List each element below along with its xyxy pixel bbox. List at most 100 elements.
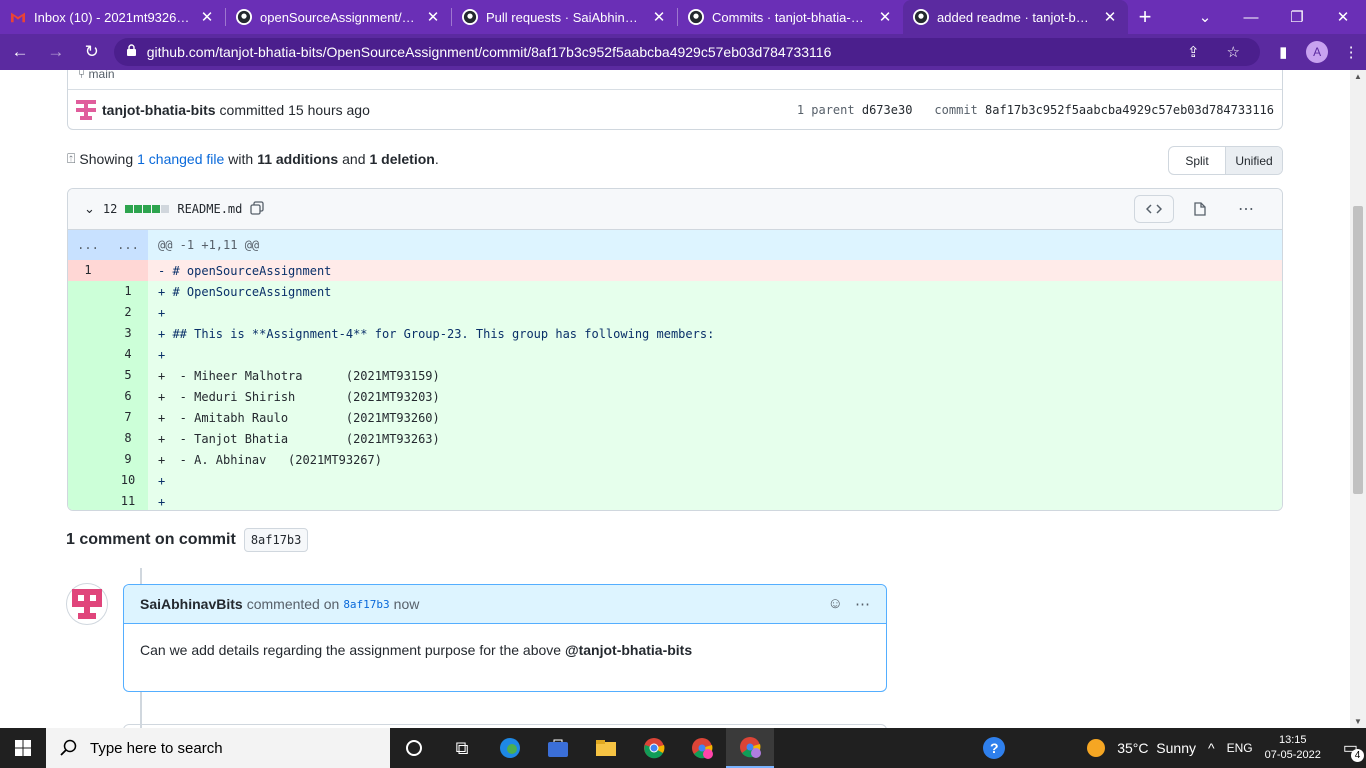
source-view-button[interactable] [1134, 195, 1174, 223]
scroll-up-arrow[interactable]: ▲ [1350, 72, 1366, 81]
tab-close-icon[interactable]: ✕ [425, 8, 441, 26]
share-icon[interactable]: ⇪ [1178, 43, 1208, 61]
more-options-icon[interactable]: ⋯ [1226, 195, 1266, 223]
comment-verb: commented on [246, 596, 340, 612]
old-line-number[interactable] [68, 302, 108, 323]
task-view-icon[interactable]: ⧉ [438, 728, 486, 768]
windows-start-icon[interactable] [0, 728, 46, 768]
new-line-number[interactable]: 1 [108, 281, 148, 302]
old-line-number[interactable]: 1 [68, 260, 108, 281]
taskbar-search[interactable]: Type here to search [46, 728, 390, 768]
old-line-number[interactable] [68, 323, 108, 344]
browser-tab[interactable]: Commits · tanjot-bhatia-bits/ ✕ [678, 0, 903, 34]
scrollbar-thumb[interactable] [1353, 206, 1363, 494]
unified-view-button[interactable]: Unified [1225, 147, 1282, 174]
split-view-button[interactable]: Split [1169, 147, 1225, 174]
language-indicator[interactable]: ENG [1227, 741, 1253, 755]
file-name[interactable]: README.md [177, 202, 242, 216]
browser-tab[interactable]: added readme · tanjot-bhatia ✕ [903, 0, 1128, 34]
reload-button[interactable]: ↻ [76, 42, 108, 62]
new-line-number[interactable]: 10 [108, 470, 148, 491]
add-reaction-icon[interactable]: ☺ [828, 595, 843, 613]
new-line-number[interactable]: 7 [108, 407, 148, 428]
tray-chevron-icon[interactable]: ^ [1208, 740, 1215, 756]
comment-sha-link[interactable]: 8af17b3 [343, 598, 389, 611]
copy-path-icon[interactable] [250, 200, 265, 218]
summary-end: . [434, 150, 439, 167]
clock[interactable]: 13:15 07-05-2022 [1265, 733, 1321, 763]
minimize-button[interactable]: — [1228, 9, 1274, 26]
scroll-down-arrow[interactable]: ▼ [1350, 717, 1366, 726]
new-line-number[interactable]: 9 [108, 449, 148, 470]
commit-author[interactable]: tanjot-bhatia-bits [102, 102, 216, 118]
tab-close-icon[interactable]: ✕ [877, 8, 893, 26]
changed-files-link[interactable]: 1 changed file [137, 151, 224, 167]
help-icon[interactable]: ? [983, 737, 1006, 759]
comment-author[interactable]: SaiAbhinavBits [140, 596, 243, 612]
collapse-chevron-icon[interactable]: ⌄ [84, 201, 95, 217]
weather-text[interactable]: 35°C Sunny [1117, 740, 1196, 756]
new-line-number[interactable]: 11 [108, 491, 148, 510]
commenter-avatar[interactable] [66, 583, 108, 625]
store-icon[interactable] [534, 728, 582, 768]
added-line: 2 + [68, 302, 1282, 323]
profile-avatar[interactable]: A [1306, 41, 1329, 63]
restore-button[interactable]: ❐ [1274, 8, 1320, 26]
comment-menu-icon[interactable]: ⋯ [855, 595, 870, 613]
view-file-icon[interactable] [1180, 195, 1220, 223]
old-line-number[interactable] [68, 428, 108, 449]
file-explorer-icon[interactable] [582, 728, 630, 768]
notification-icon[interactable]: ▭ 4 [1343, 738, 1364, 762]
tab-close-icon[interactable]: ✕ [651, 8, 667, 26]
tab-close-icon[interactable]: ✕ [199, 8, 215, 26]
author-avatar[interactable] [76, 100, 96, 120]
old-line-number[interactable] [68, 344, 108, 365]
new-line-number[interactable]: 6 [108, 386, 148, 407]
old-line-number[interactable] [68, 407, 108, 428]
chrome-profile-icon[interactable] [678, 728, 726, 768]
new-line-number[interactable]: 4 [108, 344, 148, 365]
back-button[interactable]: ← [4, 42, 36, 62]
weather-sun-icon[interactable] [1087, 739, 1106, 757]
old-line-number[interactable] [68, 449, 108, 470]
bookmark-star-icon[interactable]: ☆ [1218, 43, 1248, 61]
new-line-number[interactable] [108, 260, 148, 281]
browser-tab[interactable]: Pull requests · SaiAbhinavBits ✕ [452, 0, 677, 34]
chrome-active-icon[interactable] [726, 728, 774, 768]
tab-close-icon[interactable]: ✕ [1102, 8, 1118, 26]
hunk-header-row: ... ... @@ -1 +1,11 @@ [68, 230, 1282, 260]
expand-up-icon[interactable]: ... [68, 230, 108, 260]
browser-tab[interactable]: Inbox (10) - 2021mt93267@w ✕ [0, 0, 225, 34]
old-line-number[interactable] [68, 281, 108, 302]
parent-sha-link[interactable]: d673e30 [862, 103, 913, 117]
tab-search-icon[interactable]: ⌄ [1182, 8, 1228, 26]
code-line-text: + - Amitabh Raulo (2021MT93260) [158, 410, 440, 425]
cortana-icon[interactable] [390, 728, 438, 768]
branch-name[interactable]: main [89, 70, 115, 81]
forward-button[interactable]: → [40, 42, 72, 62]
comment-mention[interactable]: @tanjot-bhatia-bits [565, 642, 692, 658]
old-line-number[interactable] [68, 491, 108, 510]
page-scrollbar[interactable]: ▲ ▼ [1350, 70, 1366, 728]
old-line-number[interactable] [68, 365, 108, 386]
comment-time[interactable]: now [394, 596, 420, 612]
side-panel-icon[interactable]: ▮ [1268, 43, 1298, 61]
new-line-number[interactable]: 2 [108, 302, 148, 323]
commit-sha-info: commit 8af17b3c952f5aabcba4929c57eb03d78… [934, 103, 1274, 117]
chrome-icon[interactable] [630, 728, 678, 768]
new-line-number[interactable]: 5 [108, 365, 148, 386]
address-bar[interactable]: github.com/tanjot-bhatia-bits/OpenSource… [113, 38, 1261, 66]
menu-icon[interactable]: ⋮ [1336, 43, 1366, 61]
expand-down-icon[interactable]: ... [108, 230, 148, 260]
comments-sha-badge[interactable]: 8af17b3 [243, 528, 309, 552]
close-window-button[interactable]: ✕ [1320, 8, 1366, 26]
new-tab-button[interactable]: + [1128, 0, 1162, 34]
new-line-number[interactable]: 3 [108, 323, 148, 344]
old-line-number[interactable] [68, 386, 108, 407]
old-line-number[interactable] [68, 470, 108, 491]
new-line-number[interactable]: 8 [108, 428, 148, 449]
code-line-text: + - A. Abhinav (2021MT93267) [158, 452, 382, 467]
tab-title: Pull requests · SaiAbhinavBits [486, 9, 643, 25]
browser-tab[interactable]: openSourceAssignment/REAI ✕ [226, 0, 451, 34]
edge-icon[interactable] [486, 728, 534, 768]
